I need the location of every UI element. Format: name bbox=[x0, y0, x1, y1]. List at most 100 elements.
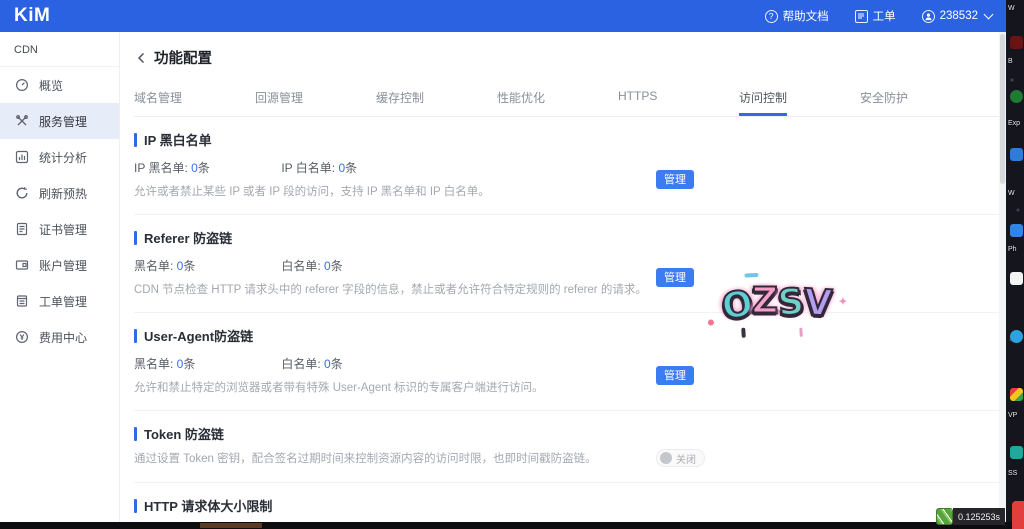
sidebar-item-billing[interactable]: 费用中心 bbox=[0, 319, 119, 355]
desktop-app-icon[interactable] bbox=[1010, 446, 1023, 459]
section-title: Referer 防盗链 bbox=[144, 228, 232, 247]
page-title: 功能配置 bbox=[154, 47, 212, 68]
sidebar-item-label: 费用中心 bbox=[39, 329, 87, 346]
desktop-app-icon[interactable] bbox=[1010, 90, 1023, 103]
tab-domain-management[interactable]: 域名管理 bbox=[134, 78, 255, 116]
desktop-app-icon[interactable] bbox=[1010, 36, 1023, 49]
tab-cache-control[interactable]: 缓存控制 bbox=[376, 78, 497, 116]
tab-access-control[interactable]: 访问控制 bbox=[739, 78, 860, 116]
work-order-icon bbox=[855, 10, 868, 23]
desktop-app-icon[interactable] bbox=[1010, 148, 1023, 161]
manage-ip-list-button[interactable]: 管理 bbox=[656, 170, 694, 189]
tools-icon bbox=[15, 114, 29, 128]
tab-security[interactable]: 安全防护 bbox=[860, 78, 981, 116]
sidebar-item-overview[interactable]: 概览 bbox=[0, 67, 119, 103]
sidebar-item-label: 统计分析 bbox=[39, 149, 87, 166]
page-scrollbar[interactable] bbox=[999, 32, 1006, 522]
section-title-row: Token 防盗链 bbox=[134, 424, 1000, 443]
manage-user-agent-button[interactable]: 管理 bbox=[656, 366, 694, 385]
section-title-row: HTTP 请求体大小限制 bbox=[134, 496, 1000, 515]
section-title-row: User-Agent防盗链 bbox=[134, 326, 1000, 345]
section-title-row: Referer 防盗链 bbox=[134, 228, 1000, 247]
section-row: 通过设置 Token 密钥，配合签名过期时间来控制资源内容的访问时限，也即时间戳… bbox=[134, 449, 1000, 467]
sidebar-item-certificate[interactable]: 证书管理 bbox=[0, 211, 119, 247]
desktop-app-icon[interactable] bbox=[1010, 272, 1023, 285]
ip-blacklist-count: IP 黑名单: 0条 bbox=[134, 159, 278, 176]
desktop-icon-label: W bbox=[1008, 190, 1015, 198]
section-title: User-Agent防盗链 bbox=[144, 326, 253, 345]
bottom-edge-segment bbox=[200, 523, 262, 528]
desktop-icon-label: Exp bbox=[1008, 120, 1020, 128]
section-accent-bar bbox=[134, 427, 137, 441]
top-navbar: KiM ? 帮助文档 工单 238532 bbox=[0, 0, 1006, 32]
main-content: 功能配置 域名管理 回源管理 缓存控制 性能优化 HTTPS 访问控制 安全防护… bbox=[121, 32, 1006, 522]
section-http-body-size: HTTP 请求体大小限制 单次请求最大可提交: 512MB 限制单次请求体的内容… bbox=[134, 483, 1000, 522]
section-row: 黑名单: 0条 白名单: 0条 允许和禁止特定的浏览器或者带有特殊 User-A… bbox=[134, 355, 1000, 395]
desktop-icon-label: SS bbox=[1008, 470, 1017, 478]
desktop-icon-label: W bbox=[1008, 5, 1015, 13]
ticket-list-icon bbox=[15, 294, 29, 308]
bar-chart-icon bbox=[15, 150, 29, 164]
sidebar-item-refresh-prefetch[interactable]: 刷新预热 bbox=[0, 175, 119, 211]
speed-meter-icon bbox=[936, 508, 953, 525]
brand-logo: KiM bbox=[14, 5, 50, 27]
referer-whitelist-count: 白名单: 0条 bbox=[281, 257, 342, 274]
desktop-icon-label: VP bbox=[1008, 412, 1017, 420]
desktop-app-icon[interactable] bbox=[1010, 388, 1023, 401]
sidebar-item-label: 服务管理 bbox=[39, 113, 87, 130]
sidebar-item-label: 概览 bbox=[39, 77, 63, 94]
sidebar: CDN 概览 服务管理 统计分析 刷新预热 证书管理 账户管理 工单管理 bbox=[0, 32, 120, 522]
section-accent-bar bbox=[134, 231, 137, 245]
field-values: IP 黑名单: 0条 IP 白名单: 0条 bbox=[134, 159, 656, 176]
desktop-app-icon[interactable] bbox=[1010, 330, 1023, 343]
desktop-icon-label: Ph bbox=[1008, 246, 1017, 254]
desktop-edge-strip: W B Exp W Ph VP SS bbox=[1006, 0, 1024, 529]
manage-referer-button[interactable]: 管理 bbox=[656, 268, 694, 287]
section-token: Token 防盗链 通过设置 Token 密钥，配合签名过期时间来控制资源内容的… bbox=[134, 411, 1000, 483]
field-values: 黑名单: 0条 白名单: 0条 bbox=[134, 257, 656, 274]
desktop-icon-label: B bbox=[1008, 58, 1013, 66]
section-accent-bar bbox=[134, 329, 137, 343]
token-toggle-switch[interactable]: 关闭 bbox=[656, 449, 705, 467]
tab-performance[interactable]: 性能优化 bbox=[497, 78, 618, 116]
help-docs-label: 帮助文档 bbox=[783, 8, 829, 24]
account-id: 238532 bbox=[940, 10, 978, 22]
section-title: HTTP 请求体大小限制 bbox=[144, 496, 272, 515]
desktop-app-icon[interactable] bbox=[1010, 224, 1023, 237]
referer-blacklist-count: 黑名单: 0条 bbox=[134, 257, 278, 274]
tab-bar: 域名管理 回源管理 缓存控制 性能优化 HTTPS 访问控制 安全防护 bbox=[134, 78, 1000, 117]
taskbar-red-icon[interactable] bbox=[1012, 501, 1024, 529]
bottom-window-edge bbox=[0, 522, 1024, 529]
tab-origin-management[interactable]: 回源管理 bbox=[255, 78, 376, 116]
sidebar-item-work-orders[interactable]: 工单管理 bbox=[0, 283, 119, 319]
help-docs-link[interactable]: ? 帮助文档 bbox=[765, 8, 829, 24]
scrollbar-thumb[interactable] bbox=[1000, 34, 1005, 184]
back-button[interactable] bbox=[135, 51, 147, 65]
tab-https[interactable]: HTTPS bbox=[618, 78, 739, 116]
section-title: IP 黑白名单 bbox=[144, 130, 212, 149]
account-card-icon bbox=[15, 258, 29, 272]
sidebar-item-service-management[interactable]: 服务管理 bbox=[0, 103, 119, 139]
field-values: 黑名单: 0条 白名单: 0条 bbox=[134, 355, 656, 372]
work-order-link[interactable]: 工单 bbox=[855, 8, 896, 24]
sidebar-item-label: 刷新预热 bbox=[39, 185, 87, 202]
back-chevron-icon bbox=[135, 51, 147, 65]
user-avatar-icon bbox=[922, 10, 935, 23]
page-header: 功能配置 bbox=[121, 32, 1006, 78]
section-description: CDN 节点检查 HTTP 请求头中的 referer 字段的信息，禁止或者允许… bbox=[134, 281, 656, 297]
section-body: IP 黑名单: 0条 IP 白名单: 0条 允许或者禁止某些 IP 或者 IP … bbox=[134, 159, 656, 199]
gauge-icon bbox=[15, 78, 29, 92]
toggle-state-label: 关闭 bbox=[676, 451, 696, 466]
sidebar-item-label: 工单管理 bbox=[39, 293, 87, 310]
account-menu[interactable]: 238532 bbox=[922, 10, 992, 23]
sidebar-item-statistics[interactable]: 统计分析 bbox=[0, 139, 119, 175]
section-accent-bar bbox=[134, 499, 137, 513]
sidebar-item-account[interactable]: 账户管理 bbox=[0, 247, 119, 283]
refresh-icon bbox=[15, 186, 29, 200]
section-body: 黑名单: 0条 白名单: 0条 允许和禁止特定的浏览器或者带有特殊 User-A… bbox=[134, 355, 656, 395]
section-ip-list: IP 黑白名单 IP 黑名单: 0条 IP 白名单: 0条 允许或者禁止某些 I… bbox=[134, 117, 1000, 215]
load-time-value: 0.125253s bbox=[953, 508, 1005, 525]
section-accent-bar bbox=[134, 133, 137, 147]
section-description: 允许或者禁止某些 IP 或者 IP 段的访问，支持 IP 黑名单和 IP 白名单… bbox=[134, 183, 656, 199]
section-row: 黑名单: 0条 白名单: 0条 CDN 节点检查 HTTP 请求头中的 refe… bbox=[134, 257, 1000, 297]
